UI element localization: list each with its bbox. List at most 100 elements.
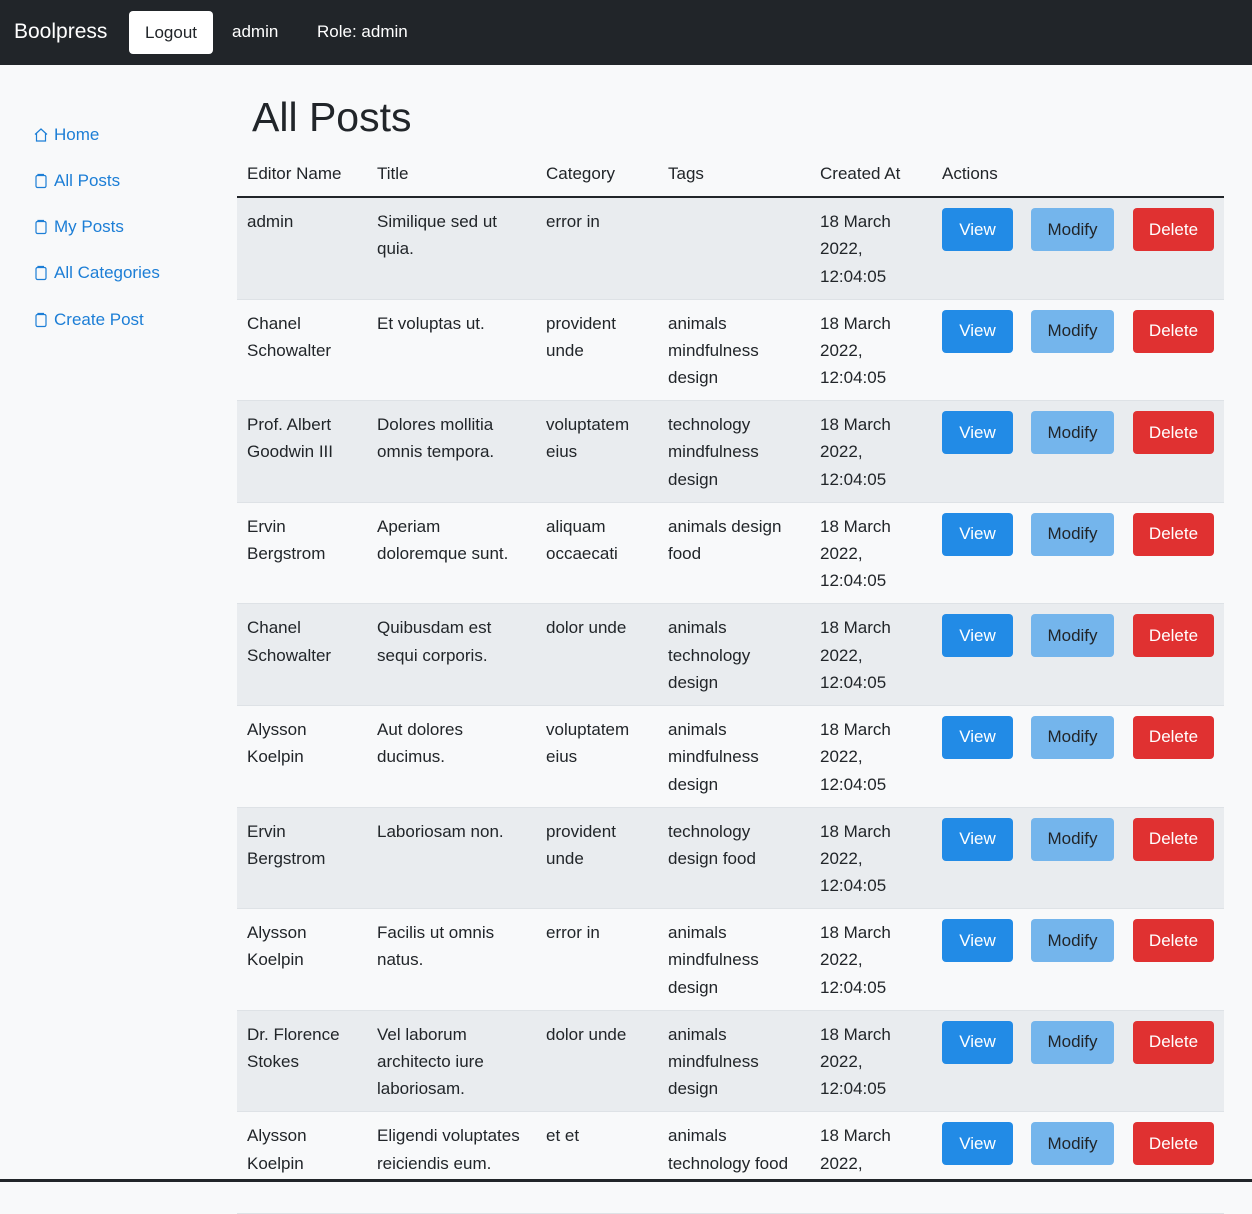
view-button[interactable]: View	[942, 715, 1013, 759]
cell-title: Aut dolores ducimus.	[377, 716, 537, 771]
delete-button[interactable]: Delete	[1133, 614, 1214, 658]
cell-category: voluptatem eius	[546, 411, 656, 466]
cell-tags: animals mindfulness design	[668, 1021, 808, 1103]
cell-created-at-line: 12:04:05	[820, 368, 887, 388]
view-button[interactable]: View	[942, 309, 1013, 353]
cell-tags-line: design	[668, 672, 719, 692]
cell-created-at-line: 12:04:05	[820, 571, 887, 591]
cell-category: provident unde	[546, 310, 656, 365]
cell-editor-name-line: Alysson	[247, 923, 307, 943]
modify-button[interactable]: Modify	[1031, 1122, 1114, 1166]
cell-editor-name: Chanel Schowalter	[247, 310, 367, 365]
cell-created-at-line: 12:04:05	[820, 774, 887, 794]
delete-button[interactable]: Delete	[1133, 309, 1214, 353]
sidebar-item-my-posts[interactable]: My Posts	[33, 216, 124, 238]
cell-tags: animals mindfulness design	[668, 919, 808, 1001]
cell-title: Eligendi voluptates reiciendis eum.	[377, 1122, 537, 1177]
modify-button[interactable]: Modify	[1031, 715, 1114, 759]
view-button[interactable]: View	[942, 919, 1013, 963]
modify-button[interactable]: Modify	[1031, 309, 1114, 353]
view-button[interactable]: View	[942, 512, 1013, 556]
cell-editor-name-line: Prof. Albert	[247, 415, 332, 435]
delete-button[interactable]: Delete	[1133, 817, 1214, 861]
sidebar-item-all-posts[interactable]: All Posts	[33, 170, 120, 192]
cell-category-line: provident	[546, 313, 616, 333]
cell-editor-name-line: Ervin	[247, 821, 286, 841]
document-icon	[35, 265, 47, 281]
cell-title-line: omnis tempora.	[377, 442, 495, 462]
table-row: Chanel Schowalter Et voluptas ut. provident…	[237, 299, 1224, 402]
cell-tags: animals design food	[668, 513, 808, 568]
view-button[interactable]: View	[942, 411, 1013, 455]
cell-tags-line: technology food	[668, 1153, 789, 1173]
sidebar-item-label: Home	[54, 125, 100, 144]
cell-title-line: Dolores mollitia	[377, 415, 494, 435]
page-title: All Posts	[252, 94, 412, 140]
cell-title-line: doloremque sunt.	[377, 544, 509, 564]
column-header-editor: Editor Name	[247, 164, 342, 183]
modify-button[interactable]: Modify	[1031, 512, 1114, 556]
cell-editor-name-line: Dr. Florence	[247, 1024, 340, 1044]
cell-tags-line: mindfulness	[668, 1052, 759, 1072]
delete-button[interactable]: Delete	[1133, 919, 1214, 963]
cell-title-line: natus.	[377, 950, 424, 970]
column-header-tags: Tags	[668, 164, 704, 183]
cell-created-at: 18 March 2022, 12:04:05	[820, 818, 930, 900]
delete-button[interactable]: Delete	[1133, 411, 1214, 455]
view-button[interactable]: View	[942, 614, 1013, 658]
modify-button[interactable]: Modify	[1031, 817, 1114, 861]
cell-created-at-line: 18 March	[820, 923, 891, 943]
cell-created-at: 18 March 2022, 12:04:05	[820, 411, 930, 493]
table-row: Ervin Bergstrom Aperiam doloremque sunt. ali…	[237, 502, 1224, 605]
cell-category-line: voluptatem	[546, 719, 630, 739]
logout-button[interactable]: Logout	[129, 11, 213, 54]
view-button[interactable]: View	[942, 817, 1013, 861]
cell-created-at-line: 2022,	[820, 1153, 863, 1173]
cell-editor-name-line: Koelpin	[247, 1153, 304, 1173]
cell-title-line: reiciendis eum.	[377, 1153, 492, 1173]
sidebar-item-create-post[interactable]: Create Post	[33, 309, 144, 331]
delete-button[interactable]: Delete	[1133, 1122, 1214, 1166]
cell-created-at-line: 2022,	[820, 544, 863, 564]
cell-editor-name: Alysson Koelpin	[247, 716, 367, 771]
cell-editor-name-line: Ervin	[247, 516, 286, 536]
table-body: admin Similique sed ut quia. error in 18 Mar…	[237, 198, 1224, 1214]
cell-created-at-line: 18 March	[820, 516, 891, 536]
view-button[interactable]: View	[942, 1122, 1013, 1166]
cell-created-at-line: 2022,	[820, 1052, 863, 1072]
cell-tags: animals technology food	[668, 1122, 808, 1177]
column-header-category: Category	[546, 164, 615, 183]
cell-created-at: 18 March 2022,	[820, 1122, 930, 1177]
delete-button[interactable]: Delete	[1133, 208, 1214, 251]
modify-button[interactable]: Modify	[1031, 919, 1114, 963]
delete-button[interactable]: Delete	[1133, 715, 1214, 759]
cell-tags: technology mindfulness design	[668, 411, 808, 493]
cell-title-line: quia.	[377, 239, 414, 259]
cell-editor-name: Ervin Bergstrom	[247, 513, 367, 568]
cell-category-line: unde	[546, 848, 584, 868]
modify-button[interactable]: Modify	[1031, 411, 1114, 455]
modify-button[interactable]: Modify	[1031, 208, 1114, 251]
delete-button[interactable]: Delete	[1133, 1020, 1214, 1064]
sidebar: Home All Posts My Posts All Categories C…	[0, 90, 212, 1179]
modify-button[interactable]: Modify	[1031, 614, 1114, 658]
view-button[interactable]: View	[942, 1020, 1013, 1064]
cell-title-line: Vel laborum	[377, 1024, 467, 1044]
cell-editor-name-line: Chanel	[247, 618, 301, 638]
cell-tags-line: design	[668, 1079, 719, 1099]
brand-logo[interactable]: Boolpress	[14, 18, 107, 46]
sidebar-item-home[interactable]: Home	[33, 124, 99, 146]
cell-title: Dolores mollitia omnis tempora.	[377, 411, 537, 466]
delete-button[interactable]: Delete	[1133, 512, 1214, 556]
posts-table: Editor Name Title Category Tags Created …	[237, 150, 1224, 1214]
cell-editor-name-line: Chanel	[247, 313, 301, 333]
sidebar-item-all-categories[interactable]: All Categories	[33, 262, 160, 284]
modify-button[interactable]: Modify	[1031, 1020, 1114, 1064]
cell-created-at-line: 2022,	[820, 848, 863, 868]
cell-category-line: occaecati	[546, 544, 618, 564]
cell-created-at: 18 March 2022, 12:04:05	[820, 919, 930, 1001]
view-button[interactable]: View	[942, 208, 1013, 251]
cell-title-line: Quibusdam est	[377, 618, 492, 638]
user-name[interactable]: admin	[232, 21, 278, 43]
cell-editor-name-line: Bergstrom	[247, 848, 326, 868]
